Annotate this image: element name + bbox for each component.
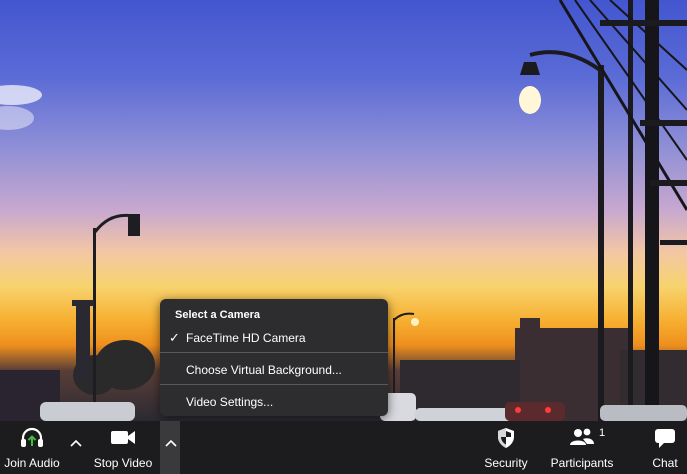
people-icon xyxy=(568,427,596,452)
participants-button[interactable]: 1 Participants xyxy=(545,421,619,474)
choose-virtual-background-label: Choose Virtual Background... xyxy=(186,363,342,377)
menu-divider xyxy=(160,384,388,385)
stop-video-label: Stop Video xyxy=(93,456,153,470)
video-camera-icon xyxy=(109,427,137,452)
camera-menu: Select a Camera ✓ FaceTime HD Camera Cho… xyxy=(160,299,388,416)
choose-virtual-background-item[interactable]: Choose Virtual Background... xyxy=(160,359,388,381)
security-label: Security xyxy=(484,456,528,470)
chat-label: Chat xyxy=(652,456,678,470)
stop-video-button[interactable]: Stop Video xyxy=(88,421,158,474)
chevron-up-icon xyxy=(70,439,82,447)
camera-option-label: FaceTime HD Camera xyxy=(186,331,306,345)
checkmark-icon: ✓ xyxy=(169,330,180,345)
chevron-up-icon xyxy=(165,439,177,447)
participants-count: 1 xyxy=(599,427,606,439)
shield-icon xyxy=(496,427,516,454)
video-settings-label: Video Settings... xyxy=(186,395,274,409)
chat-bubble-icon xyxy=(653,427,677,454)
camera-menu-heading: Select a Camera xyxy=(175,309,260,321)
join-audio-label: Join Audio xyxy=(4,456,60,470)
camera-option-facetime[interactable]: ✓ FaceTime HD Camera xyxy=(160,327,388,349)
meeting-toolbar: Join Audio Stop Video Security 1 Partici… xyxy=(0,421,687,474)
video-options-caret[interactable] xyxy=(160,421,180,474)
menu-divider xyxy=(160,352,388,353)
chat-button[interactable]: Chat xyxy=(643,421,687,474)
headphones-icon xyxy=(19,427,45,454)
audio-options-caret[interactable] xyxy=(65,421,87,474)
security-button[interactable]: Security xyxy=(480,421,532,474)
join-audio-button[interactable]: Join Audio xyxy=(0,421,64,474)
video-settings-item[interactable]: Video Settings... xyxy=(160,391,388,413)
participants-label: Participants xyxy=(550,456,614,470)
